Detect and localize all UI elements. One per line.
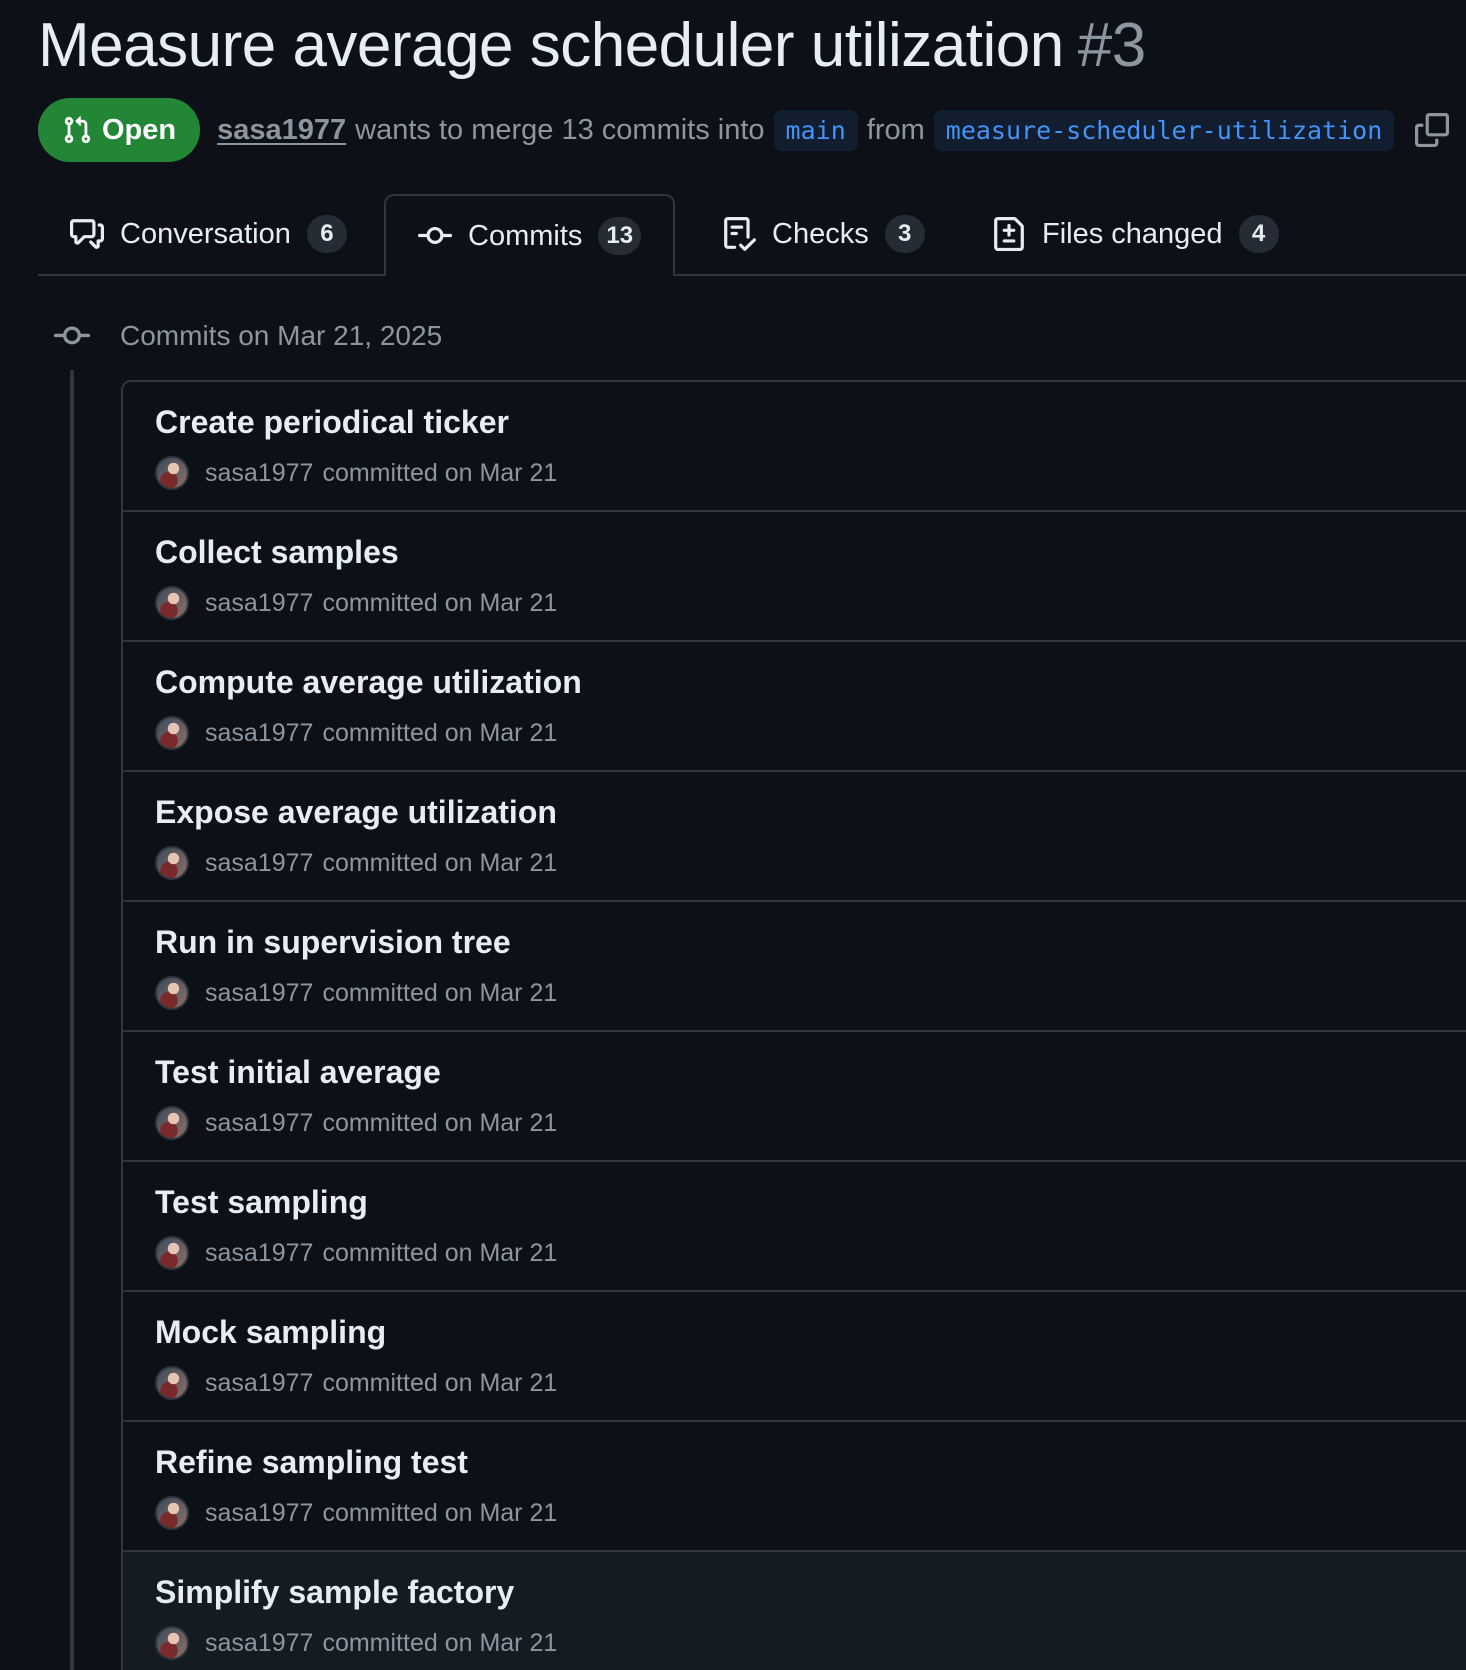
commit-title[interactable]: Compute average utilization bbox=[155, 664, 582, 701]
commit-action: committed on Mar 21 bbox=[322, 848, 558, 877]
commit-title[interactable]: Create periodical ticker bbox=[155, 404, 509, 441]
commit-row[interactable]: Test initial average sasa1977 committed … bbox=[123, 1032, 1466, 1162]
commit-list: Create periodical ticker sasa1977 commit… bbox=[121, 380, 1466, 1670]
tab-count: 4 bbox=[1238, 215, 1279, 253]
commit-title[interactable]: Simplify sample factory bbox=[155, 1574, 514, 1611]
commit-author[interactable]: sasa1977 bbox=[205, 849, 313, 878]
commit-action: committed on Mar 21 bbox=[322, 1628, 558, 1657]
avatar[interactable] bbox=[155, 456, 189, 490]
commit-group-date: Commits on Mar 21, 2025 bbox=[120, 320, 443, 351]
commit-row[interactable]: Test sampling sasa1977 committed on Mar … bbox=[123, 1162, 1466, 1292]
commit-action: committed on Mar 21 bbox=[322, 1108, 558, 1137]
state-label: Open bbox=[102, 113, 177, 146]
avatar[interactable] bbox=[155, 846, 189, 880]
commit-title[interactable]: Run in supervision tree bbox=[155, 924, 511, 961]
commit-meta: sasa1977 committed on Mar 21 bbox=[155, 976, 557, 1010]
tab-count: 3 bbox=[884, 215, 925, 253]
commit-action: committed on Mar 21 bbox=[322, 588, 558, 617]
pr-number: #3 bbox=[1077, 11, 1146, 80]
tab-commits[interactable]: Commits 13 bbox=[384, 194, 676, 276]
commit-meta: sasa1977 committed on Mar 21 bbox=[155, 716, 557, 750]
commit-meta: sasa1977 committed on Mar 21 bbox=[155, 586, 557, 620]
commit-title[interactable]: Expose average utilization bbox=[155, 794, 557, 831]
commit-meta: sasa1977 committed on Mar 21 bbox=[155, 1366, 557, 1400]
file-diff-icon bbox=[994, 217, 1024, 251]
from-text: from bbox=[866, 113, 925, 146]
commit-group-header: Commits on Mar 21, 2025 bbox=[54, 318, 442, 354]
commit-row[interactable]: Compute average utilization sasa1977 com… bbox=[123, 642, 1466, 772]
commit-meta: sasa1977 committed on Mar 21 bbox=[155, 1236, 557, 1270]
commit-row[interactable]: Simplify sample factory sasa1977 committ… bbox=[123, 1552, 1466, 1670]
commit-meta: sasa1977 committed on Mar 21 bbox=[155, 1106, 557, 1140]
commit-title[interactable]: Mock sampling bbox=[155, 1314, 386, 1351]
commit-title[interactable]: Collect samples bbox=[155, 534, 399, 571]
commit-row[interactable]: Expose average utilization sasa1977 comm… bbox=[123, 772, 1466, 902]
git-commit-icon bbox=[54, 326, 90, 345]
avatar[interactable] bbox=[155, 1366, 189, 1400]
merge-text: wants to merge 13 commits into bbox=[355, 113, 765, 146]
pr-meta: Open sasa1977 wants to merge 13 commits … bbox=[38, 98, 1450, 162]
pull-request-page: Measure average scheduler utilization #3 … bbox=[0, 0, 1466, 1670]
commit-action: committed on Mar 21 bbox=[322, 458, 558, 487]
commit-action: committed on Mar 21 bbox=[322, 1498, 558, 1527]
tab-label: Conversation bbox=[120, 217, 291, 250]
author-link[interactable]: sasa1977 bbox=[217, 114, 346, 147]
commit-author[interactable]: sasa1977 bbox=[205, 1239, 313, 1268]
avatar[interactable] bbox=[155, 976, 189, 1010]
commit-row[interactable]: Refine sampling test sasa1977 committed … bbox=[123, 1422, 1466, 1552]
avatar[interactable] bbox=[155, 1106, 189, 1140]
commit-meta: sasa1977 committed on Mar 21 bbox=[155, 456, 557, 490]
tab-count: 13 bbox=[598, 217, 642, 255]
avatar[interactable] bbox=[155, 1626, 189, 1660]
commit-row[interactable]: Run in supervision tree sasa1977 committ… bbox=[123, 902, 1466, 1032]
avatar[interactable] bbox=[155, 1496, 189, 1530]
commit-author[interactable]: sasa1977 bbox=[205, 1629, 313, 1658]
commit-action: committed on Mar 21 bbox=[322, 718, 558, 747]
base-branch[interactable]: main bbox=[773, 109, 858, 151]
commit-action: committed on Mar 21 bbox=[322, 978, 558, 1007]
tab-label: Commits bbox=[468, 219, 583, 252]
commit-author[interactable]: sasa1977 bbox=[205, 589, 313, 618]
head-branch[interactable]: measure-scheduler-utilization bbox=[933, 109, 1395, 151]
pr-tabs: Conversation 6 Commits 13 Checks 3 Files… bbox=[38, 194, 1466, 276]
commit-author[interactable]: sasa1977 bbox=[205, 459, 313, 488]
commit-action: committed on Mar 21 bbox=[322, 1238, 558, 1267]
tab-label: Files changed bbox=[1042, 217, 1223, 250]
state-badge: Open bbox=[38, 98, 201, 162]
avatar[interactable] bbox=[155, 716, 189, 750]
copy-icon[interactable] bbox=[1415, 113, 1450, 147]
commit-row[interactable]: Create periodical ticker sasa1977 commit… bbox=[123, 382, 1466, 512]
commit-action: committed on Mar 21 bbox=[322, 1368, 558, 1397]
commit-title[interactable]: Test sampling bbox=[155, 1184, 368, 1221]
avatar[interactable] bbox=[155, 586, 189, 620]
commit-author[interactable]: sasa1977 bbox=[205, 1369, 313, 1398]
commit-author[interactable]: sasa1977 bbox=[205, 719, 313, 748]
tab-conversation[interactable]: Conversation 6 bbox=[70, 194, 347, 274]
tab-files-changed[interactable]: Files changed 4 bbox=[992, 194, 1279, 274]
pr-title: Measure average scheduler utilization bbox=[38, 11, 1064, 80]
commit-title[interactable]: Refine sampling test bbox=[155, 1444, 468, 1481]
git-pull-request-icon bbox=[64, 116, 91, 144]
git-commit-icon bbox=[418, 226, 452, 244]
tab-count: 6 bbox=[306, 215, 347, 253]
commit-meta: sasa1977 committed on Mar 21 bbox=[155, 846, 557, 880]
commit-meta: sasa1977 committed on Mar 21 bbox=[155, 1626, 557, 1660]
page-title: Measure average scheduler utilization #3 bbox=[38, 8, 1146, 84]
checklist-icon bbox=[724, 217, 756, 251]
tab-checks[interactable]: Checks 3 bbox=[722, 194, 925, 274]
commit-author[interactable]: sasa1977 bbox=[205, 1499, 313, 1528]
commit-meta: sasa1977 committed on Mar 21 bbox=[155, 1496, 557, 1530]
commit-title[interactable]: Test initial average bbox=[155, 1054, 441, 1091]
timeline-line bbox=[70, 370, 74, 1670]
tab-label: Checks bbox=[772, 217, 869, 250]
commit-author[interactable]: sasa1977 bbox=[205, 979, 313, 1008]
merge-summary: sasa1977 wants to merge 13 commits into … bbox=[217, 109, 1450, 151]
commit-author[interactable]: sasa1977 bbox=[205, 1109, 313, 1138]
commit-row[interactable]: Mock sampling sasa1977 committed on Mar … bbox=[123, 1292, 1466, 1422]
commit-row[interactable]: Collect samples sasa1977 committed on Ma… bbox=[123, 512, 1466, 642]
comment-discussion-icon bbox=[70, 219, 104, 249]
avatar[interactable] bbox=[155, 1236, 189, 1270]
